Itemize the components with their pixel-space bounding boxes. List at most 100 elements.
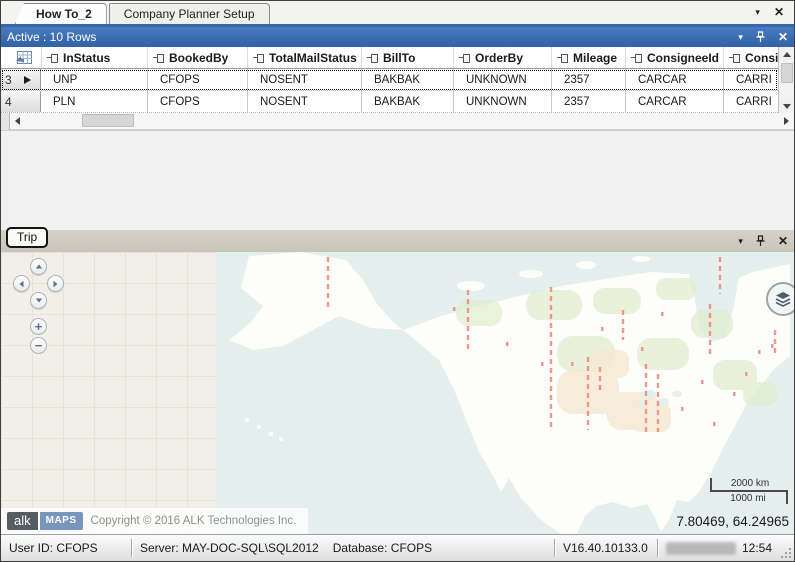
panel-controls: ▾ ✕: [738, 235, 788, 247]
cell-bookedby[interactable]: CFOPS: [147, 69, 247, 90]
scale-km: 2000 km: [710, 478, 788, 492]
scroll-right-button[interactable]: [779, 113, 794, 129]
column-pin-icon[interactable]: [729, 53, 740, 62]
arrow-right-icon: [54, 280, 58, 286]
column-header-label: BookedBy: [169, 51, 228, 65]
layers-icon: [774, 291, 792, 307]
status-version: V16.40.10133.0: [555, 535, 657, 561]
tab-list-chevron-icon[interactable]: ▾: [755, 8, 760, 17]
panel-menu-chevron-icon[interactable]: ▾: [738, 237, 743, 246]
column-header-label: BillTo: [383, 51, 415, 65]
arrow-left-icon: [15, 117, 20, 125]
close-panel-icon[interactable]: ✕: [778, 235, 788, 247]
status-database: Database: CFOPS: [333, 541, 432, 555]
column-header-instatus[interactable]: InStatus: [41, 47, 147, 68]
zoom-out-button[interactable]: −: [30, 337, 47, 354]
column-header-mileage[interactable]: Mileage: [551, 47, 625, 68]
scroll-left-button[interactable]: [10, 113, 25, 129]
scroll-up-button[interactable]: [779, 47, 795, 61]
cell-mileage[interactable]: 2357: [551, 69, 625, 90]
table-row[interactable]: 4 PLN CFOPS NOSENT BAKBAK UNKNOWN 2357 C…: [1, 91, 778, 113]
pan-left-button[interactable]: [13, 275, 30, 292]
map-scale-bar: 2000 km 1000 mi: [710, 478, 788, 504]
pan-up-button[interactable]: [30, 258, 47, 275]
app-window: How To_2 Company Planner Setup ▾ ✕ Activ…: [0, 0, 795, 562]
cell-mileage[interactable]: 2357: [551, 91, 625, 112]
cell-consignee[interactable]: CARRI: [723, 69, 778, 90]
resize-grip[interactable]: [780, 535, 794, 561]
cell-consignee[interactable]: CARRI: [723, 91, 778, 112]
active-grid: InStatus BookedBy TotalMailStatus BillTo: [1, 47, 794, 130]
cell-totalmailstatus[interactable]: NOSENT: [247, 91, 361, 112]
tab-company-planner-setup[interactable]: Company Planner Setup: [109, 3, 270, 24]
record-selector-button[interactable]: [1, 47, 41, 68]
close-panel-icon[interactable]: ✕: [778, 31, 788, 43]
tab-label: How To_2: [36, 7, 92, 21]
pan-down-button[interactable]: [30, 292, 47, 309]
vertical-scrollbar[interactable]: [778, 47, 794, 113]
arrow-down-icon: [783, 104, 791, 109]
row-header[interactable]: 3: [1, 69, 41, 90]
cell-orderby[interactable]: UNKNOWN: [453, 91, 551, 112]
arrow-right-icon: [784, 117, 789, 125]
column-header-label: Consig: [745, 51, 778, 65]
scroll-down-button[interactable]: [779, 99, 795, 113]
cell-bookedby[interactable]: CFOPS: [147, 91, 247, 112]
alk-maps-logo: MAPS: [40, 512, 83, 530]
redacted-text-block: [666, 542, 736, 555]
map-coordinates: 7.80469, 64.24965: [676, 514, 789, 529]
horizontal-scrollbar[interactable]: [1, 113, 794, 130]
arrow-up-icon: [783, 52, 791, 57]
pan-right-button[interactable]: [47, 275, 64, 292]
record-selector-icon: [15, 50, 33, 65]
cell-billto[interactable]: BAKBAK: [361, 69, 453, 90]
column-pin-icon[interactable]: [459, 53, 470, 62]
map-canvas[interactable]: + − alk MAPS Copyright © 2016 ALK Techno…: [1, 252, 794, 534]
column-pin-icon[interactable]: [557, 53, 568, 62]
column-header-consignee[interactable]: Consig: [723, 47, 778, 68]
table-row[interactable]: 3 UNP CFOPS NOSENT BAKBAK UNKNOWN 2357 C…: [1, 69, 778, 91]
panel-controls: ▾ ✕: [738, 31, 788, 43]
scroll-track[interactable]: [25, 113, 779, 129]
column-pin-icon[interactable]: [253, 53, 264, 62]
alk-logo: alk: [7, 512, 38, 530]
column-header-totalmailstatus[interactable]: TotalMailStatus: [247, 47, 361, 68]
document-tab-bar: How To_2 Company Planner Setup ▾ ✕: [1, 1, 794, 24]
column-pin-icon[interactable]: [367, 53, 378, 62]
cell-instatus[interactable]: PLN: [41, 91, 147, 112]
tab-how-to-2[interactable]: How To_2: [15, 3, 107, 24]
row-header[interactable]: 4: [1, 91, 41, 112]
column-header-consigneeid[interactable]: ConsigneeId: [625, 47, 723, 68]
column-pin-icon[interactable]: [153, 53, 164, 62]
current-row-arrow-icon: [24, 76, 31, 84]
column-header-billto[interactable]: BillTo: [361, 47, 453, 68]
map-pan-control: [13, 258, 64, 309]
active-panel-titlebar: Active : 10 Rows ▾ ✕: [1, 27, 794, 47]
vertical-scroll-thumb[interactable]: [781, 63, 793, 83]
horizontal-scroll-thumb[interactable]: [82, 114, 134, 127]
cell-instatus[interactable]: UNP: [41, 69, 147, 90]
arrow-down-icon: [35, 299, 41, 303]
grid-header-row: InStatus BookedBy TotalMailStatus BillTo: [1, 47, 778, 69]
cell-consigneeid[interactable]: CARCAR: [625, 91, 723, 112]
panel-menu-chevron-icon[interactable]: ▾: [738, 33, 743, 42]
map-copyright: Copyright © 2016 ALK Technologies Inc.: [91, 515, 297, 527]
column-header-orderby[interactable]: OrderBy: [453, 47, 551, 68]
column-pin-icon[interactable]: [47, 53, 58, 62]
grid-body: InStatus BookedBy TotalMailStatus BillTo: [1, 47, 778, 113]
cell-totalmailstatus[interactable]: NOSENT: [247, 69, 361, 90]
cell-consigneeid[interactable]: CARCAR: [625, 69, 723, 90]
zoom-in-button[interactable]: +: [30, 318, 47, 335]
cell-orderby[interactable]: UNKNOWN: [453, 69, 551, 90]
trip-panel-tab[interactable]: Trip: [6, 227, 48, 248]
pin-icon[interactable]: [755, 31, 766, 43]
pin-icon[interactable]: [755, 235, 766, 247]
row-number: 4: [5, 95, 12, 109]
arrow-left-icon: [20, 280, 24, 286]
column-pin-icon[interactable]: [631, 53, 642, 62]
column-header-bookedby[interactable]: BookedBy: [147, 47, 247, 68]
map-layers-button[interactable]: [766, 282, 794, 316]
close-document-icon[interactable]: ✕: [774, 6, 784, 18]
cell-billto[interactable]: BAKBAK: [361, 91, 453, 112]
scroll-splitter-box[interactable]: [1, 113, 10, 130]
